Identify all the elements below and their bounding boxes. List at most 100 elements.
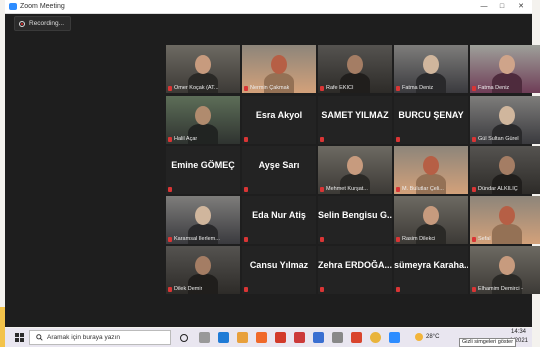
participant-name-label: Fatma Deniz: [402, 85, 434, 91]
participant-tile[interactable]: Elhamim Demirci -: [470, 246, 540, 294]
recording-indicator[interactable]: Recording...: [14, 16, 72, 31]
taskbar-search-box[interactable]: Aramak için buraya yazın: [29, 330, 171, 345]
muted-mic-icon: [472, 286, 476, 292]
participant-caption: Elhamim Demirci -: [472, 286, 523, 292]
muted-mic-icon: [244, 287, 248, 292]
person-face: [195, 106, 211, 125]
person-silhouette: [492, 224, 522, 244]
participant-tile[interactable]: Fatma Deniz: [470, 45, 540, 93]
participant-tile[interactable]: Dündar ALKILIÇ: [470, 146, 540, 194]
mail-icon[interactable]: [275, 332, 286, 343]
participant-tile[interactable]: Mehmet Kurşat...: [318, 146, 392, 194]
participant-name-label: Halil Açar: [174, 136, 198, 142]
participant-caption: Sefal: [472, 236, 491, 242]
maximize-button[interactable]: □: [493, 0, 511, 13]
participant-caption: [320, 287, 324, 292]
participant-tile[interactable]: M. Bulutlar Çeli...: [394, 146, 468, 194]
participant-name-label: Ömer Koçak (AT...: [174, 85, 219, 91]
participant-caption: Nermin Çakmak: [244, 85, 289, 91]
chrome-icon[interactable]: [370, 332, 381, 343]
weather-temp[interactable]: 28°C: [426, 334, 439, 340]
zoom-taskbar-icon[interactable]: [389, 332, 400, 343]
participant-caption: [396, 137, 400, 142]
participant-tile[interactable]: Rasim Dilekci: [394, 196, 468, 244]
person-face: [195, 55, 211, 74]
participant-caption: Ömer Koçak (AT...: [168, 85, 219, 91]
participant-tile[interactable]: Dilek Demir: [166, 246, 240, 294]
muted-mic-icon: [244, 85, 248, 91]
participant-tile[interactable]: Nermin Çakmak: [242, 45, 316, 93]
participant-caption: Mehmet Kurşat...: [320, 186, 368, 192]
participant-caption: M. Bulutlar Çeli...: [396, 186, 444, 192]
calendar-icon[interactable]: [294, 332, 305, 343]
participant-name-label: Dilek Demir: [174, 286, 203, 292]
person-face: [195, 206, 211, 225]
store-icon[interactable]: [332, 332, 343, 343]
muted-mic-icon: [396, 287, 400, 292]
participant-tile[interactable]: sümeyra Karaha...: [394, 246, 468, 294]
participant-tile[interactable]: Rafe EKİCİ: [318, 45, 392, 93]
muted-mic-icon: [168, 85, 172, 91]
participant-name-label: M. Bulutlar Çeli...: [402, 186, 444, 192]
muted-mic-icon: [472, 236, 476, 242]
close-button[interactable]: ✕: [512, 0, 530, 13]
person-face: [347, 55, 363, 74]
window-titlebar: Zoom Meeting — □ ✕: [5, 0, 532, 14]
minimize-button[interactable]: —: [475, 0, 493, 13]
participant-tile[interactable]: Sefal: [470, 196, 540, 244]
search-icon: [36, 334, 43, 341]
person-face: [499, 256, 515, 275]
muted-mic-icon: [396, 137, 400, 142]
participant-tile[interactable]: Emine GÖMEÇ: [166, 146, 240, 194]
participant-tile[interactable]: Halil Açar: [166, 96, 240, 144]
muted-mic-icon: [244, 137, 248, 142]
screen: Zoom Meeting — □ ✕ Recording... Ömer Koç…: [0, 0, 540, 347]
participant-display-name: sümeyra Karaha...: [394, 260, 468, 270]
participant-tile[interactable]: Selin Bengisu G...: [318, 196, 392, 244]
participant-display-name: Cansu Yılmaz: [249, 260, 309, 270]
muted-mic-icon: [396, 186, 400, 192]
participant-name-label: Karamsal İlerlem...: [174, 236, 220, 242]
edge-icon[interactable]: [218, 332, 229, 343]
participant-caption: [244, 137, 248, 142]
participant-tile[interactable]: Esra Akyol: [242, 96, 316, 144]
participant-tile[interactable]: Fatma Deniz: [394, 45, 468, 93]
muted-mic-icon: [472, 186, 476, 192]
participant-name-label: Sefal: [478, 236, 491, 242]
participant-caption: [244, 187, 248, 192]
participant-display-name: BURCU ŞENAY: [398, 110, 464, 120]
office-icon[interactable]: [351, 332, 362, 343]
firefox-icon[interactable]: [256, 332, 267, 343]
participant-tile[interactable]: Gül Sultan Gürel: [470, 96, 540, 144]
participant-caption: [244, 237, 248, 242]
person-face: [499, 55, 515, 74]
meeting-area: Recording... Ömer Koçak (AT... Nermin Çak…: [5, 14, 540, 327]
person-face: [195, 256, 211, 275]
task-view-icon[interactable]: [199, 332, 210, 343]
person-face: [271, 55, 287, 74]
clock-time[interactable]: 14:34: [511, 329, 526, 335]
participant-tile[interactable]: Ayşe Sarı: [242, 146, 316, 194]
person-face: [499, 206, 515, 225]
word-icon[interactable]: [313, 332, 324, 343]
participant-tile[interactable]: SAMET YILMAZ: [318, 96, 392, 144]
participant-display-name: Emine GÖMEÇ: [171, 160, 235, 170]
participant-caption: Karamsal İlerlem...: [168, 236, 220, 242]
file-explorer-icon[interactable]: [237, 332, 248, 343]
muted-mic-icon: [320, 85, 324, 91]
participant-name-label: Gül Sultan Gürel: [478, 136, 519, 142]
participant-tile[interactable]: Ömer Koçak (AT...: [166, 45, 240, 93]
participant-tile[interactable]: BURCU ŞENAY: [394, 96, 468, 144]
participant-tile[interactable]: Eda Nur Atiş: [242, 196, 316, 244]
muted-mic-icon: [168, 286, 172, 292]
windows-start-icon[interactable]: [15, 333, 24, 342]
muted-mic-icon: [244, 187, 248, 192]
person-face: [423, 156, 439, 175]
participant-tile[interactable]: Zehra ERDOĞA...: [318, 246, 392, 294]
participant-display-name: Zehra ERDOĞA...: [318, 260, 392, 270]
participant-tile[interactable]: Cansu Yılmaz: [242, 246, 316, 294]
participant-tile[interactable]: Karamsal İlerlem...: [166, 196, 240, 244]
participant-display-name: Esra Akyol: [255, 110, 303, 120]
cortana-icon[interactable]: [180, 334, 188, 342]
background-decoration: [0, 307, 5, 347]
